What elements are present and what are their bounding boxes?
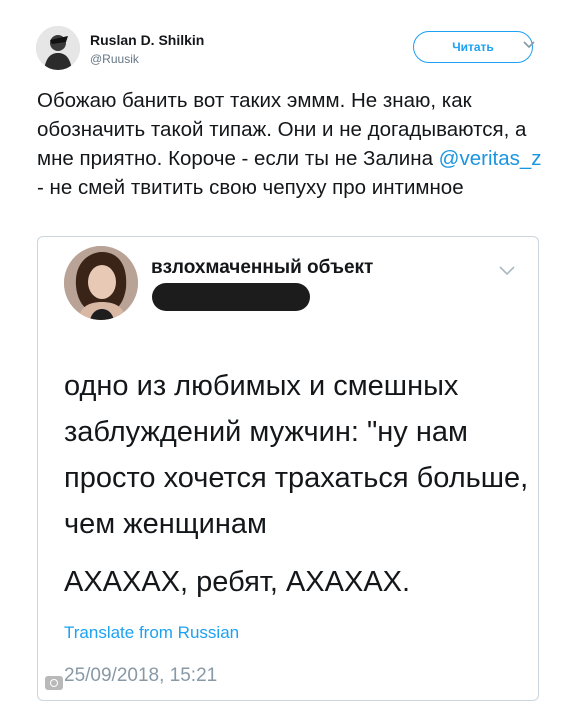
author-name[interactable]: Ruslan D. Shilkin [90,32,204,48]
quoted-author-avatar[interactable] [64,246,138,320]
author-avatar[interactable] [36,26,80,70]
chevron-down-icon[interactable] [522,40,536,50]
mention-link[interactable]: @veritas_z [439,147,542,170]
quoted-tweet-text: одно из любимых и смешных заблуждений му… [64,370,529,540]
redacted-handle [152,283,310,311]
quoted-tweet-last-line: АХАХАХ, ребят, АХАХАХ. [64,566,411,598]
follow-button-label: Читать [452,40,494,54]
quoted-tweet-card[interactable]: взлохмаченный объект одно из любимых и с… [37,236,539,701]
quoted-author-name[interactable]: взлохмаченный объект [151,257,373,279]
quoted-tweet-timestamp: 25/09/2018, 15:21 [64,665,218,686]
tweet-header: Ruslan D. Shilkin @Ruusik Читать [0,0,573,80]
author-handle[interactable]: @Ruusik [90,52,139,66]
follow-button[interactable]: Читать [413,31,533,63]
tweet-text-part-2: - не смей твитить свою чепуху про интимн… [37,176,464,199]
chevron-down-icon[interactable] [498,265,516,277]
translate-link[interactable]: Translate from Russian [64,623,239,643]
tweet-text: Обожаю банить вот таких эммм. Не знаю, к… [37,86,542,202]
camera-icon [45,676,63,690]
